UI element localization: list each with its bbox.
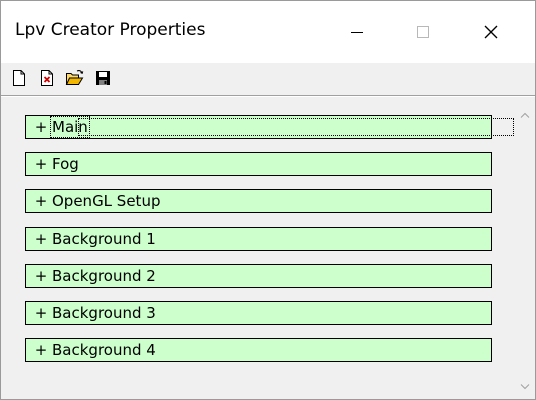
vertical-scrollbar[interactable] xyxy=(515,97,535,399)
property-sections-panel: + Main + Fog + OpenGL Setup + Background… xyxy=(1,97,515,399)
section-fog[interactable]: + Fog xyxy=(25,152,492,176)
section-background-1[interactable]: + Background 1 xyxy=(25,227,492,251)
section-label: Background 3 xyxy=(52,304,156,322)
scroll-down-button[interactable] xyxy=(515,377,535,397)
open-button[interactable] xyxy=(65,68,85,88)
section-background-3[interactable]: + Background 3 xyxy=(25,301,492,325)
close-button[interactable] xyxy=(461,1,521,63)
section-background-2[interactable]: + Background 2 xyxy=(25,264,492,288)
maximize-icon xyxy=(417,26,429,38)
close-document-button[interactable] xyxy=(37,68,57,88)
chevron-up-icon xyxy=(520,112,530,118)
minimize-button[interactable] xyxy=(327,1,387,63)
expand-icon: + xyxy=(34,341,48,359)
section-opengl-setup[interactable]: + OpenGL Setup xyxy=(25,189,492,213)
close-document-icon xyxy=(41,70,53,86)
expand-icon: + xyxy=(34,304,48,322)
section-label: Main xyxy=(50,116,90,138)
expand-icon: + xyxy=(34,230,48,248)
new-document-icon xyxy=(13,70,25,86)
open-folder-icon xyxy=(65,70,84,85)
expand-icon: + xyxy=(34,118,48,136)
section-main[interactable]: + Main xyxy=(25,115,514,139)
focus-rectangle xyxy=(78,118,514,136)
properties-window: Lpv Creator Properties + Main + Fog + Op… xyxy=(0,0,536,400)
scroll-up-button[interactable] xyxy=(515,105,535,125)
chevron-down-icon xyxy=(520,384,530,390)
title-bar[interactable]: Lpv Creator Properties xyxy=(1,1,535,63)
section-label: Background 4 xyxy=(52,341,156,359)
maximize-button[interactable] xyxy=(393,1,453,63)
section-background-4[interactable]: + Background 4 xyxy=(25,338,492,362)
minimize-icon xyxy=(351,32,363,33)
new-button[interactable] xyxy=(9,68,29,88)
expand-icon: + xyxy=(34,155,48,173)
expand-icon: + xyxy=(34,192,48,210)
expand-icon: + xyxy=(34,267,48,285)
save-button[interactable] xyxy=(93,68,113,88)
section-label: OpenGL Setup xyxy=(52,192,161,210)
section-label: Fog xyxy=(52,155,79,173)
section-label: Background 2 xyxy=(52,267,156,285)
floppy-disk-icon xyxy=(96,71,110,85)
section-label: Background 1 xyxy=(52,230,156,248)
toolbar xyxy=(1,63,535,93)
close-icon xyxy=(484,25,498,39)
window-title: Lpv Creator Properties xyxy=(15,20,206,40)
